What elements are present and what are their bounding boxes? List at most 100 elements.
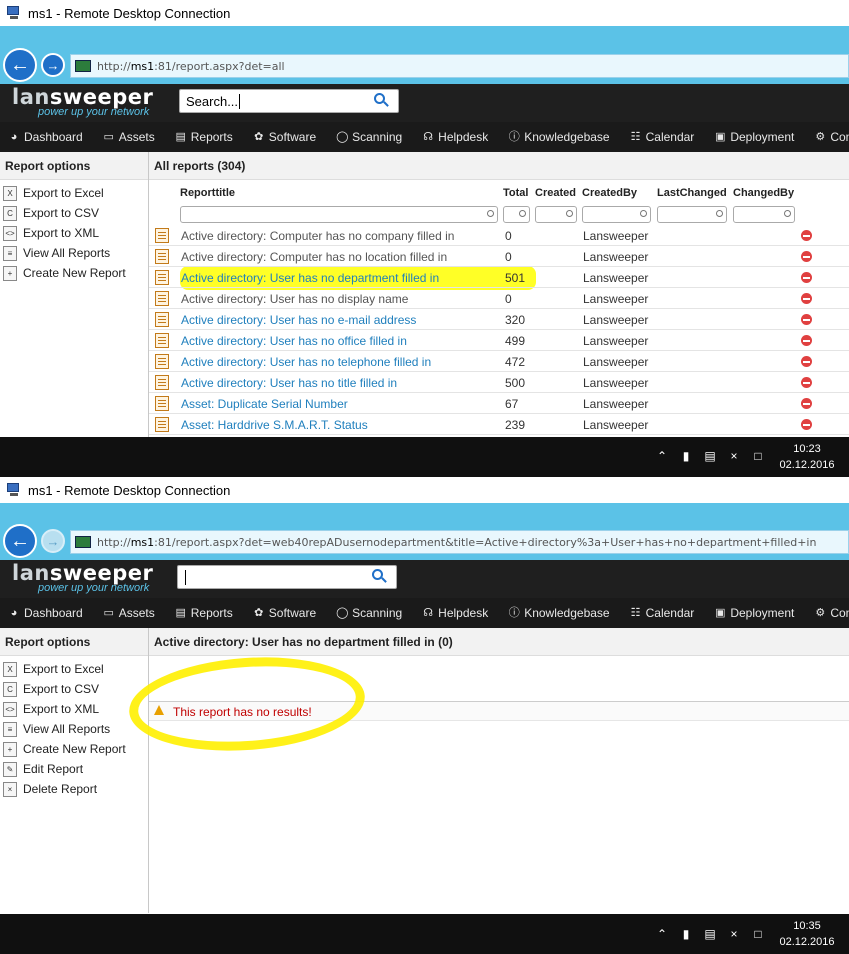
delete-icon[interactable]: [801, 230, 812, 241]
report-title-link[interactable]: Active directory: Computer has no locati…: [181, 250, 447, 264]
search-icon[interactable]: [374, 93, 390, 109]
lansweeper-logo[interactable]: lansweeper power up your network: [12, 86, 162, 120]
filter-created[interactable]: [535, 206, 577, 223]
menu-scanning[interactable]: ◯ Scanning: [336, 606, 402, 620]
search-input[interactable]: Search...: [179, 89, 399, 113]
delete-report-link[interactable]: × Delete Report: [0, 779, 148, 799]
menu-reports[interactable]: ▤ Reports: [175, 130, 233, 144]
back-button[interactable]: ←: [3, 48, 37, 82]
assets-icon: ▭: [103, 131, 114, 143]
menu-dashboard[interactable]: ◕ Dashboard: [8, 606, 83, 620]
col-lastchanged[interactable]: LastChanged: [657, 187, 727, 199]
notifications-icon[interactable]: □: [750, 449, 766, 463]
lansweeper-logo[interactable]: lansweeper power up your network: [12, 562, 162, 596]
report-title-link[interactable]: Asset: Duplicate Serial Number: [181, 397, 348, 411]
delete-icon[interactable]: [801, 272, 812, 283]
create-new-report-link[interactable]: + Create New Report: [0, 739, 148, 759]
edit-report-link[interactable]: ✎ Edit Report: [0, 759, 148, 779]
filter-total[interactable]: [503, 206, 530, 223]
col-created[interactable]: Created: [535, 187, 576, 199]
report-row[interactable]: Active directory: Computer has no compan…: [149, 225, 849, 246]
menu-assets[interactable]: ▭ Assets: [103, 130, 155, 144]
delete-icon[interactable]: [801, 314, 812, 325]
report-row[interactable]: Active directory: User has no title fill…: [149, 372, 849, 393]
menu-helpdesk[interactable]: ☊ Helpdesk: [422, 130, 488, 144]
report-title-link[interactable]: Active directory: User has no display na…: [181, 292, 408, 306]
report-title-link[interactable]: Active directory: User has no title fill…: [181, 376, 397, 390]
menu-scanning[interactable]: ◯ Scanning: [336, 130, 402, 144]
menu-reports[interactable]: ▤ Reports: [175, 606, 233, 620]
forward-button[interactable]: →: [41, 529, 65, 553]
network-icon[interactable]: ▤: [702, 927, 718, 941]
menu-configuration[interactable]: ⚙Con: [814, 130, 849, 144]
filter-createdby[interactable]: [582, 206, 651, 223]
report-row[interactable]: Active directory: User has no office fil…: [149, 330, 849, 351]
forward-button[interactable]: →: [41, 53, 65, 77]
report-title-link[interactable]: Asset: Harddrive S.M.A.R.T. Status: [181, 418, 368, 432]
clock[interactable]: 10:23 02.12.2016: [776, 441, 838, 473]
col-createdby[interactable]: CreatedBy: [582, 187, 637, 199]
report-row[interactable]: Active directory: User has no telephone …: [149, 351, 849, 372]
delete-icon[interactable]: [801, 335, 812, 346]
report-row[interactable]: Active directory: User has no display na…: [149, 288, 849, 309]
chevron-up-icon[interactable]: ⌃: [654, 449, 670, 463]
report-list-icon: ≡: [3, 721, 17, 737]
search-icon[interactable]: [372, 569, 388, 585]
col-changedby[interactable]: ChangedBy: [733, 187, 794, 199]
menu-helpdesk[interactable]: ☊ Helpdesk: [422, 606, 488, 620]
report-title-link[interactable]: Active directory: User has no office fil…: [181, 334, 407, 348]
menu-dashboard[interactable]: ◕ Dashboard: [8, 130, 83, 144]
view-all-reports-link[interactable]: ≡ View All Reports: [0, 243, 148, 263]
export-excel-link[interactable]: X Export to Excel: [0, 183, 148, 203]
menu-calendar[interactable]: ☷ Calendar: [630, 606, 695, 620]
create-new-report-link[interactable]: + Create New Report: [0, 263, 148, 283]
battery-icon[interactable]: ▮: [678, 449, 694, 463]
delete-icon[interactable]: [801, 398, 812, 409]
report-title-link[interactable]: Active directory: Computer has no compan…: [181, 229, 454, 243]
delete-icon[interactable]: [801, 419, 812, 430]
col-total[interactable]: Total: [503, 187, 528, 199]
export-csv-link[interactable]: C Export to CSV: [0, 203, 148, 223]
back-button[interactable]: ←: [3, 524, 37, 558]
report-row[interactable]: Active directory: User has no e-mail add…: [149, 309, 849, 330]
volume-muted-icon[interactable]: ×: [726, 449, 742, 463]
export-csv-link[interactable]: C Export to CSV: [0, 679, 148, 699]
menu-assets[interactable]: ▭ Assets: [103, 606, 155, 620]
view-all-reports-link[interactable]: ≡ View All Reports: [0, 719, 148, 739]
export-xml-link[interactable]: <> Export to XML: [0, 223, 148, 243]
report-row[interactable]: Active directory: Computer has no locati…: [149, 246, 849, 267]
col-reporttitle[interactable]: Reporttitle: [180, 187, 235, 199]
menu-knowledgebase[interactable]: ⓘ Knowledgebase: [508, 606, 610, 620]
menu-configuration[interactable]: ⚙Con: [814, 606, 849, 620]
search-input[interactable]: [177, 565, 397, 589]
filter-changedby[interactable]: [733, 206, 795, 223]
network-icon[interactable]: ▤: [702, 449, 718, 463]
notifications-icon[interactable]: □: [750, 927, 766, 941]
menu-software[interactable]: ✿ Software: [253, 606, 316, 620]
delete-icon[interactable]: [801, 251, 812, 262]
delete-icon[interactable]: [801, 377, 812, 388]
menu-knowledgebase[interactable]: ⓘ Knowledgebase: [508, 130, 610, 144]
clock[interactable]: 10:35 02.12.2016: [776, 918, 838, 950]
menu-deployment[interactable]: ▣ Deployment: [714, 606, 794, 620]
menu-software[interactable]: ✿ Software: [253, 130, 316, 144]
address-bar[interactable]: http://ms1:81/report.aspx?det=web40repAD…: [70, 530, 849, 554]
address-bar[interactable]: http://ms1:81/report.aspx?det=all: [70, 54, 849, 78]
battery-icon[interactable]: ▮: [678, 927, 694, 941]
volume-muted-icon[interactable]: ×: [726, 927, 742, 941]
report-row[interactable]: Asset: Harddrive S.M.A.R.T. Status 239 Lan…: [149, 414, 849, 435]
chevron-up-icon[interactable]: ⌃: [654, 927, 670, 941]
delete-icon[interactable]: [801, 293, 812, 304]
report-row[interactable]: Asset: Duplicate Serial Number 67 Lansweep…: [149, 393, 849, 414]
menu-calendar[interactable]: ☷ Calendar: [630, 130, 695, 144]
report-row[interactable]: Active directory: User has no department…: [149, 267, 849, 288]
report-title-link[interactable]: Active directory: User has no e-mail add…: [181, 313, 416, 327]
report-title-link[interactable]: Active directory: User has no telephone …: [181, 355, 431, 369]
filter-lastchanged[interactable]: [657, 206, 727, 223]
export-xml-link[interactable]: <> Export to XML: [0, 699, 148, 719]
menu-deployment[interactable]: ▣ Deployment: [714, 130, 794, 144]
filter-reporttitle[interactable]: [180, 206, 498, 223]
delete-icon[interactable]: [801, 356, 812, 367]
report-title-link[interactable]: Active directory: User has no department…: [181, 271, 439, 285]
export-excel-link[interactable]: X Export to Excel: [0, 659, 148, 679]
